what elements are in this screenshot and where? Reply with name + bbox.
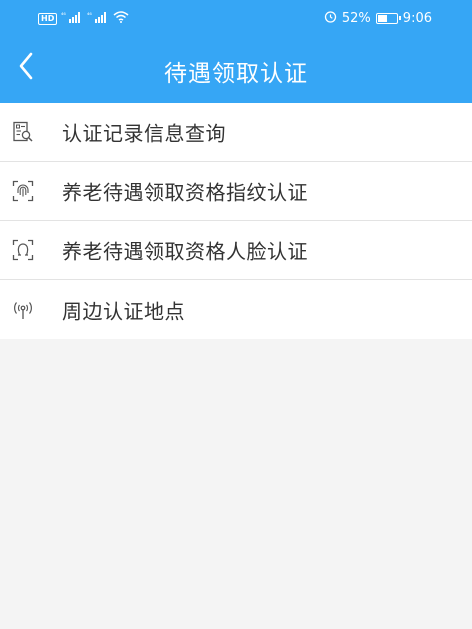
menu-item-label: 认证记录信息查询 xyxy=(62,121,226,146)
wifi-icon xyxy=(113,11,129,27)
menu-item-face-auth[interactable]: 养老待遇领取资格人脸认证 xyxy=(0,221,472,280)
fingerprint-icon xyxy=(11,179,35,203)
menu-item-fingerprint-auth[interactable]: 养老待遇领取资格指纹认证 xyxy=(0,162,472,221)
app-screen: HD ⁴⁶ ⁴⁶ 52% 9:06 待遇领取认证 认证记录信息查询 养老待遇领取… xyxy=(0,0,472,629)
menu-item-nearby-locations[interactable]: 周边认证地点 xyxy=(0,280,472,339)
face-scan-icon xyxy=(11,238,35,262)
menu-list: 认证记录信息查询 养老待遇领取资格指纹认证 养老待遇领取资格人脸认证 周边认证地… xyxy=(0,103,472,339)
status-bar: HD ⁴⁶ ⁴⁶ 52% 9:06 xyxy=(0,0,472,36)
menu-item-label: 周边认证地点 xyxy=(62,299,185,323)
signal-icon-2: ⁴⁶ xyxy=(87,11,109,27)
menu-item-label: 养老待遇领取资格指纹认证 xyxy=(62,180,308,205)
menu-item-record-query[interactable]: 认证记录信息查询 xyxy=(0,103,472,162)
nav-bar: 待遇领取认证 xyxy=(0,36,472,103)
menu-item-label: 养老待遇领取资格人脸认证 xyxy=(62,239,308,264)
signal-1-label: ⁴⁶ xyxy=(61,12,66,19)
status-left: HD ⁴⁶ ⁴⁶ xyxy=(38,11,129,27)
signal-2-label: ⁴⁶ xyxy=(87,12,92,19)
battery-percent: 52% xyxy=(341,11,371,26)
status-time: 9:06 xyxy=(402,11,432,26)
record-search-icon xyxy=(11,120,35,144)
battery-icon xyxy=(375,13,401,24)
location-signal-icon xyxy=(11,298,35,322)
hd-badge: HD xyxy=(38,13,58,25)
status-right: 52% 9:06 xyxy=(324,10,432,27)
page-title: 待遇领取认证 xyxy=(164,61,308,87)
header-area: HD ⁴⁶ ⁴⁶ 52% 9:06 待遇领取认证 xyxy=(0,0,472,103)
alarm-icon xyxy=(324,10,337,27)
battery-fill xyxy=(377,15,387,22)
signal-icon: ⁴⁶ xyxy=(61,11,83,27)
